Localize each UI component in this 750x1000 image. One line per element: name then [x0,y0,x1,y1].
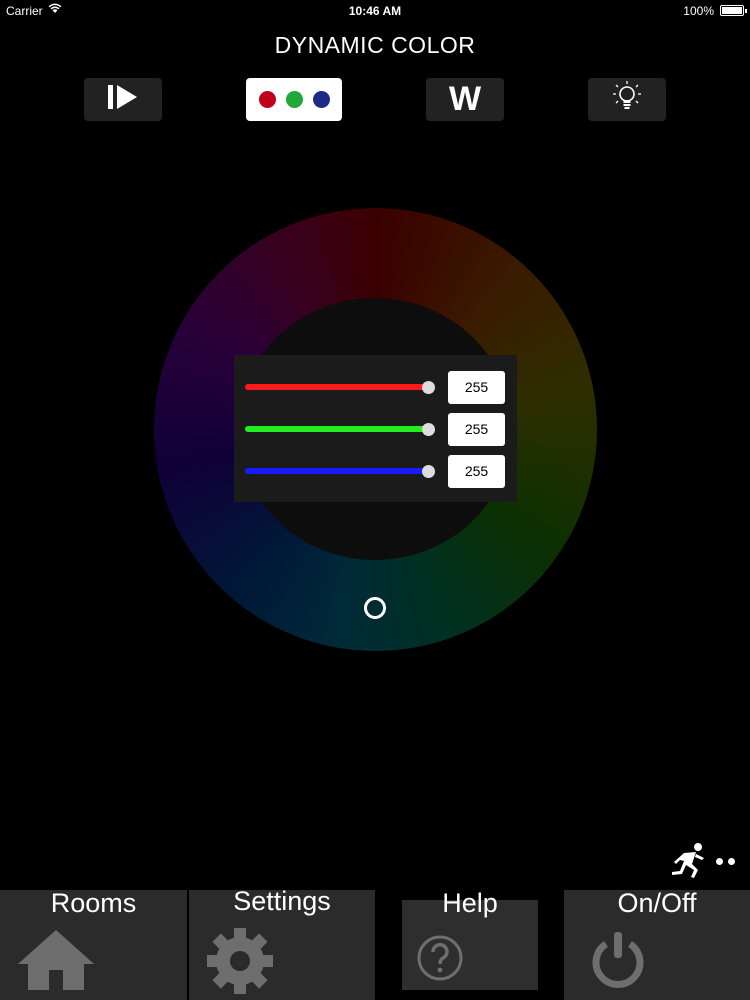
rgb-slider-panel: 255 255 255 [234,355,517,502]
power-icon [586,928,650,997]
red-slider-thumb[interactable] [422,381,435,394]
rooms-label: Rooms [50,888,137,918]
page-indicator-dots [716,858,740,866]
blue-value-field[interactable]: 255 [448,455,505,488]
lightbulb-icon [611,80,643,119]
blue-slider-thumb[interactable] [422,465,435,478]
gear-icon [205,928,275,999]
play-icon [106,83,140,116]
bulb-mode-button[interactable] [588,78,666,121]
green-dot-icon [285,91,303,108]
blue-slider-row: 255 [234,455,517,489]
white-mode-button[interactable]: W [426,78,504,121]
green-slider-thumb[interactable] [422,423,435,436]
battery-percent: 100% [683,4,714,18]
running-man-icon [670,842,710,885]
blue-dot-icon [312,91,330,108]
help-label: Help [442,888,498,918]
red-slider[interactable] [245,384,429,390]
color-picker-cursor[interactable] [364,597,386,619]
page-dot [728,858,735,865]
question-icon [416,934,464,987]
onoff-label: On/Off [617,888,697,918]
green-slider[interactable] [245,426,429,432]
clock: 10:46 AM [348,4,402,18]
red-value-field[interactable]: 255 [448,371,505,404]
rgb-mode-button[interactable] [246,78,342,121]
red-dot-icon [258,91,276,108]
red-slider-row: 255 [234,371,517,405]
settings-label: Settings [233,886,331,916]
green-value-field[interactable]: 255 [448,413,505,446]
play-mode-button[interactable] [84,78,162,121]
home-icon [16,928,96,995]
status-bar: Carrier 10:46 AM 100% [0,0,750,22]
white-mode-label: W [448,80,482,118]
page-dot [716,858,723,865]
green-slider-row: 255 [234,413,517,447]
battery-icon [720,5,747,16]
blue-slider[interactable] [245,468,429,474]
page-title: DYNAMIC COLOR [274,32,476,58]
